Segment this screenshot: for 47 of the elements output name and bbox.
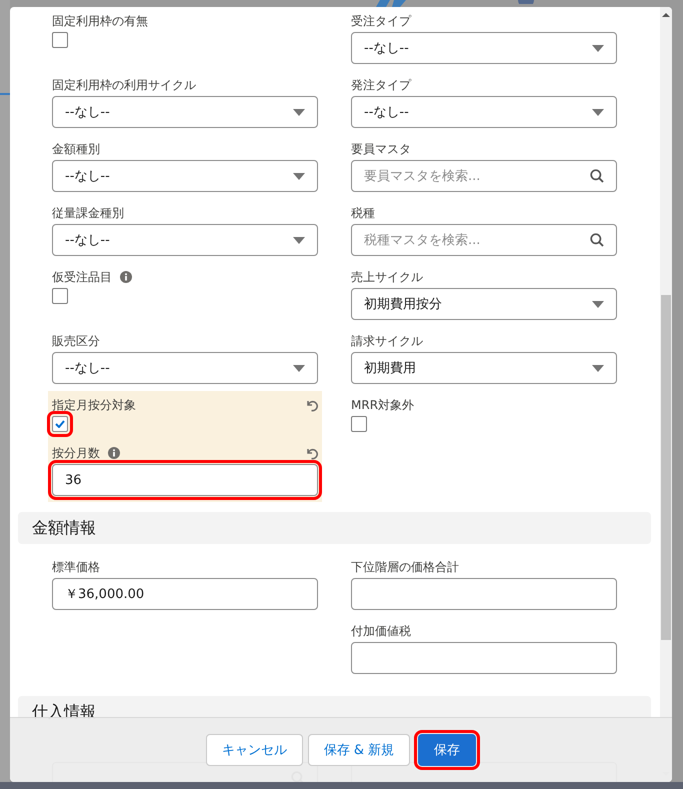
input-field[interactable]: ￥36,000.00	[52, 578, 318, 610]
field-label: MRR対象外	[351, 396, 414, 414]
field-label: 付加価値税	[351, 622, 411, 640]
input-field[interactable]	[351, 642, 617, 674]
select-field[interactable]: --なし--	[351, 96, 617, 128]
field-label: 金額種別	[52, 140, 100, 158]
field-label: 按分月数	[52, 444, 100, 462]
select-field[interactable]: --なし--	[52, 160, 318, 192]
field-label: 発注タイプ	[351, 76, 411, 94]
caret-icon	[293, 236, 305, 244]
select-field[interactable]: 初期費用按分	[351, 288, 617, 320]
field-label: 受注タイプ	[351, 12, 411, 30]
field-label: 標準価格	[52, 558, 100, 576]
caret-icon	[293, 364, 305, 372]
checkbox[interactable]	[52, 288, 68, 304]
avatar-icon	[518, 0, 534, 4]
field-label: 指定月按分対象	[52, 396, 136, 414]
field-label: 従量課金種別	[52, 204, 124, 222]
field-label: 売上サイクル	[351, 268, 423, 286]
section-header[interactable]: 金額情報	[18, 512, 651, 544]
caret-icon	[592, 44, 604, 52]
select-field[interactable]: --なし--	[52, 96, 318, 128]
field-label: 仮受注品目	[52, 268, 112, 286]
caret-icon	[293, 172, 305, 180]
search-icon	[590, 169, 604, 183]
caret-icon	[592, 108, 604, 116]
field-label: 固定利用枠の有無	[52, 12, 148, 30]
search-icon	[590, 233, 604, 247]
input-field[interactable]	[351, 578, 617, 610]
select-field[interactable]: --なし--	[52, 224, 318, 256]
field-label: 販売区分	[52, 332, 100, 350]
checkbox[interactable]	[351, 416, 367, 432]
field-label: 税種	[351, 204, 375, 222]
field-label: 下位階層の価格合計	[351, 558, 459, 576]
footer-button[interactable]: 保存 & 新規	[308, 734, 410, 766]
select-field[interactable]: --なし--	[351, 32, 617, 64]
footer-button[interactable]: キャンセル	[206, 734, 303, 766]
caret-icon	[293, 108, 305, 116]
field-label: 請求サイクル	[351, 332, 423, 350]
checkbox[interactable]	[52, 32, 68, 48]
field-label: 固定利用枠の利用サイクル	[52, 76, 196, 94]
check-icon	[55, 420, 65, 428]
field-label: 要員マスタ	[351, 140, 411, 158]
caret-icon	[592, 300, 604, 308]
select-field[interactable]: 初期費用	[351, 352, 617, 384]
caret-icon	[592, 364, 604, 372]
select-field[interactable]: --なし--	[52, 352, 318, 384]
